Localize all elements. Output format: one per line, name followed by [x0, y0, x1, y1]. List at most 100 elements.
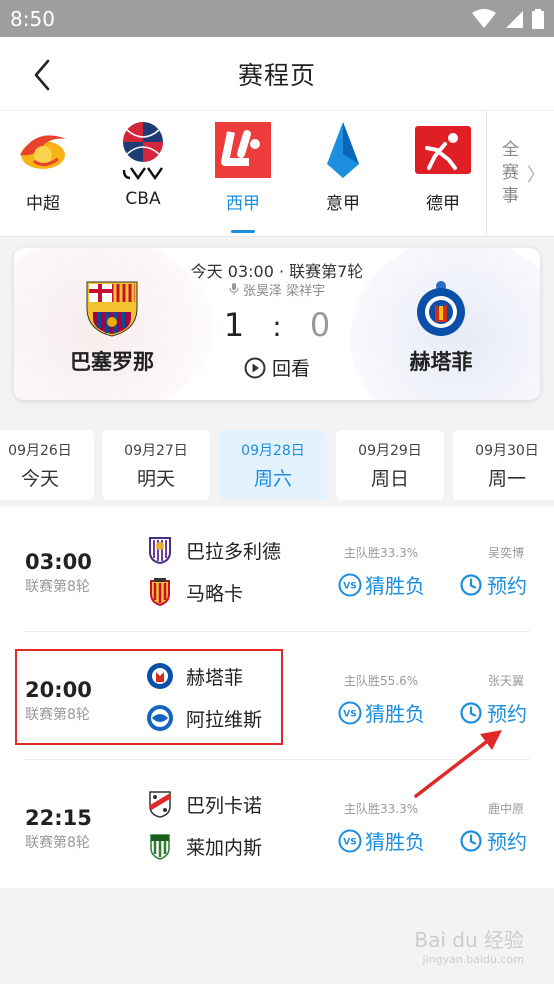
featured-match-meta: 今天 03:00 · 联赛第7轮 [190, 262, 364, 281]
battery-icon [532, 8, 544, 29]
match-time: 22:15 [25, 806, 92, 830]
vs-icon: VS [338, 829, 362, 852]
match-home-team: 巴拉多利德 [146, 536, 281, 564]
featured-commentators: 张昊泽 梁祥宇 [14, 280, 540, 299]
chevron-right-icon: 〉 [527, 165, 545, 186]
vs-icon: VS [338, 573, 362, 596]
leganes-crest-icon [146, 832, 174, 860]
date-tab-weekday: 明天 [136, 467, 175, 490]
signal-icon [506, 10, 523, 28]
date-tab[interactable]: 09月27日 明天 [102, 430, 210, 500]
tab-label-bundesliga: 德甲 [426, 194, 460, 214]
replay-label: 回看 [271, 358, 310, 380]
annotation-arrow-icon [414, 730, 502, 798]
baidu-watermark: Bai du 经验 jingyan.baidu.com [414, 924, 524, 966]
tab-bundesliga[interactable]: 德甲 [393, 111, 493, 237]
commentator-name: 鹿中原 [488, 802, 525, 816]
featured-score: 1 : 0 [14, 306, 540, 344]
svg-text:VS: VS [343, 709, 356, 719]
book-reminder-button[interactable]: 预约 [460, 826, 527, 855]
date-tab-date: 09月28日 [241, 442, 305, 459]
match-time: 03:00 [25, 550, 92, 574]
guess-result-button[interactable]: VS 猜胜负 [338, 826, 425, 855]
serie-a-logo-icon [313, 119, 373, 181]
date-tab-weekday: 周一 [487, 467, 526, 490]
date-tab-selected[interactable]: 09月28日 周六 [219, 430, 327, 500]
match-away-team: 马略卡 [146, 578, 243, 606]
back-button[interactable] [28, 57, 60, 93]
tab-csl[interactable]: 中超 [0, 111, 93, 237]
date-tabs: 09月26日 今天 09月27日 明天 09月28日 周六 09月29日 周日 … [0, 430, 554, 500]
tab-laliga[interactable]: 西甲 [193, 111, 293, 237]
wifi-icon [472, 8, 496, 28]
tab-serie-a[interactable]: 意甲 [293, 111, 393, 237]
status-icons [472, 8, 544, 29]
laliga-logo-icon [213, 119, 273, 181]
home-win-probability: 主队胜55.6% [344, 674, 419, 688]
date-tab-date: 09月27日 [124, 442, 188, 459]
date-tab-date: 09月30日 [475, 442, 539, 459]
active-tab-indicator [231, 230, 255, 233]
row-divider [24, 631, 530, 632]
commentator-name: 吴奕博 [488, 546, 525, 560]
match-away-team: 莱加内斯 [146, 832, 262, 860]
date-tab-weekday: 周日 [370, 467, 409, 490]
book-reminder-label: 预约 [487, 830, 527, 854]
all-events-label: 全赛事 [498, 139, 518, 209]
date-tab[interactable]: 09月30日 周一 [453, 430, 554, 500]
clock-icon [460, 829, 482, 852]
mallorca-crest-icon [146, 578, 174, 606]
league-tabs: 中超 CBA 西甲 意甲 德甲 全赛事 〉 [0, 111, 554, 237]
tab-label-csl: 中超 [26, 194, 60, 214]
date-tab-date: 09月29日 [358, 442, 422, 459]
guess-result-label: 猜胜负 [365, 830, 425, 854]
cba-logo-icon [113, 119, 173, 181]
featured-match-card[interactable]: 巴塞罗那 赫塔菲 今天 03:00 · 联赛第7轮 张昊泽 梁祥宇 1 : 0 … [14, 248, 540, 400]
date-tab-weekday: 今天 [20, 467, 59, 490]
match-row[interactable]: 03:00 联赛第8轮 巴拉多利德 马略卡 主队胜33.3% 吴奕博 VS 猜胜… [0, 506, 554, 632]
date-tab-weekday: 周六 [253, 467, 292, 490]
svg-text:VS: VS [343, 837, 356, 847]
guess-result-button[interactable]: VS 猜胜负 [338, 570, 425, 599]
clock-icon [460, 573, 482, 596]
vs-icon: VS [338, 701, 362, 724]
status-time: 8:50 [10, 6, 55, 31]
valladolid-crest-icon [146, 536, 174, 564]
featured-commentators-text: 张昊泽 梁祥宇 [243, 284, 326, 299]
match-round: 联赛第8轮 [25, 835, 90, 851]
book-reminder-button[interactable]: 预约 [460, 570, 527, 599]
date-tab[interactable]: 09月26日 今天 [0, 430, 94, 500]
svg-text:VS: VS [343, 581, 356, 591]
match-away-team-name: 马略卡 [186, 582, 244, 605]
match-home-team-name: 巴拉多利德 [186, 540, 282, 563]
featured-home-score: 1 [223, 306, 245, 344]
bundesliga-logo-icon [413, 119, 473, 181]
nav-bar: 赛程页 [0, 37, 554, 111]
play-circle-icon [244, 357, 266, 378]
page-title: 赛程页 [237, 60, 316, 90]
match-away-team-name: 莱加内斯 [186, 836, 263, 859]
tab-cba[interactable]: CBA [93, 111, 193, 237]
date-tab[interactable]: 09月29日 周日 [336, 430, 444, 500]
csl-logo-icon [13, 119, 73, 181]
featured-away-score: 0 [309, 306, 331, 344]
guess-result-label: 猜胜负 [365, 574, 425, 598]
featured-score-separator: : [272, 310, 282, 343]
rayo-vallecano-crest-icon [146, 790, 174, 818]
tab-label-serie-a: 意甲 [326, 194, 360, 214]
status-bar: 8:50 [0, 0, 554, 37]
match-home-team-name: 巴列卡诺 [186, 794, 263, 817]
annotation-highlight-box [15, 649, 283, 745]
book-reminder-label: 预约 [487, 574, 527, 598]
all-events-button[interactable]: 全赛事 〉 [486, 111, 554, 237]
replay-button[interactable]: 回看 [14, 354, 540, 381]
date-tab-date: 09月26日 [8, 442, 72, 459]
tab-label-laliga: 西甲 [226, 194, 260, 214]
watermark-url: jingyan.baidu.com [422, 953, 524, 966]
home-win-probability: 主队胜33.3% [344, 802, 419, 816]
back-arrow-icon [34, 59, 50, 91]
watermark-brand: Bai du 经验 [414, 928, 524, 952]
microphone-icon [229, 283, 239, 295]
home-win-probability: 主队胜33.3% [344, 546, 419, 560]
tab-label-cba: CBA [125, 189, 161, 209]
